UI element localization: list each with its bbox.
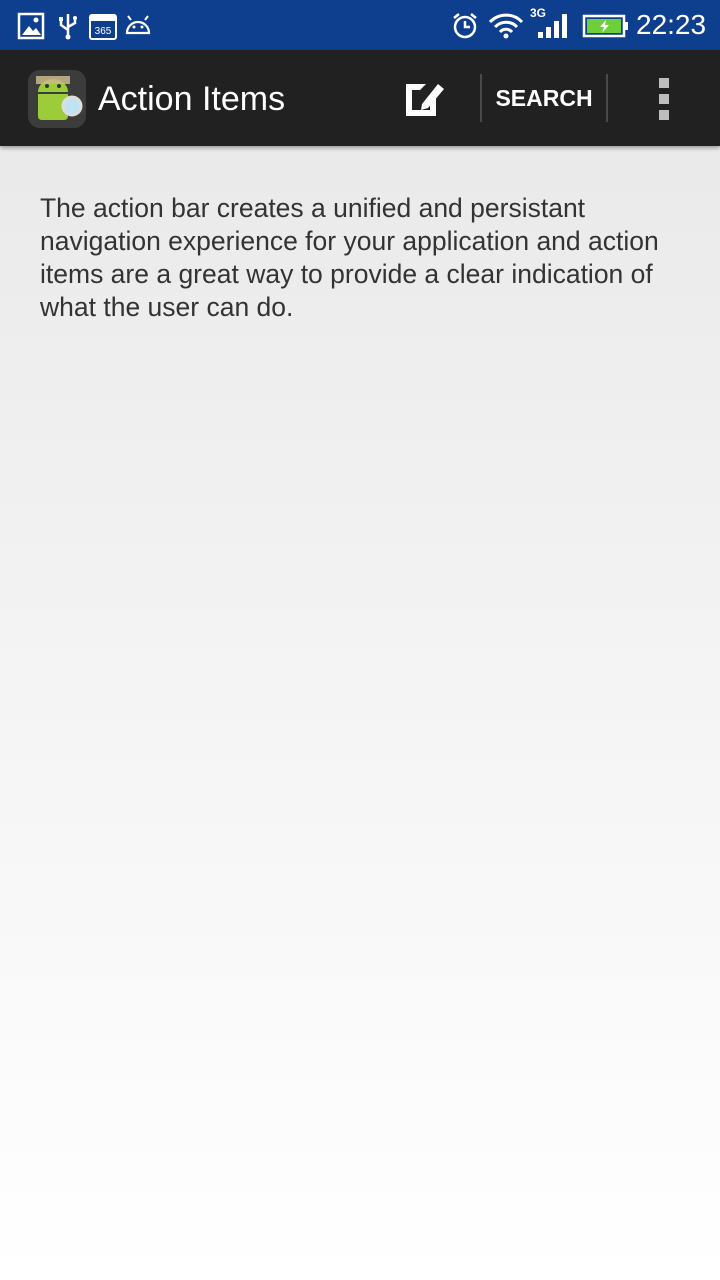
calendar-365-icon: 365 [89, 12, 117, 40]
compose-icon [406, 84, 444, 116]
overflow-dot [659, 110, 669, 120]
app-icon[interactable] [28, 70, 86, 128]
compose-button[interactable] [396, 72, 450, 124]
wifi-icon [488, 12, 524, 40]
signal-icon [536, 12, 570, 40]
status-clock: 22:23 [636, 9, 707, 40]
calendar-text: 365 [95, 26, 112, 37]
action-divider [606, 74, 608, 122]
overflow-dot [659, 78, 669, 88]
overflow-menu-button[interactable] [642, 72, 686, 124]
description-text: The action bar creates a unified and per… [40, 193, 659, 322]
search-button[interactable]: SEARCH [483, 74, 605, 122]
page-title: Action Items [98, 80, 286, 118]
action-bar: Action Items SEARCH [0, 50, 720, 146]
usb-icon [54, 12, 82, 40]
action-divider [480, 74, 482, 122]
battery-icon [582, 12, 630, 40]
gallery-icon [17, 12, 45, 40]
status-bar: 365 3G 22:23 [0, 0, 720, 50]
overflow-dot [659, 94, 669, 104]
alarm-icon [451, 12, 479, 40]
android-icon [124, 12, 152, 40]
